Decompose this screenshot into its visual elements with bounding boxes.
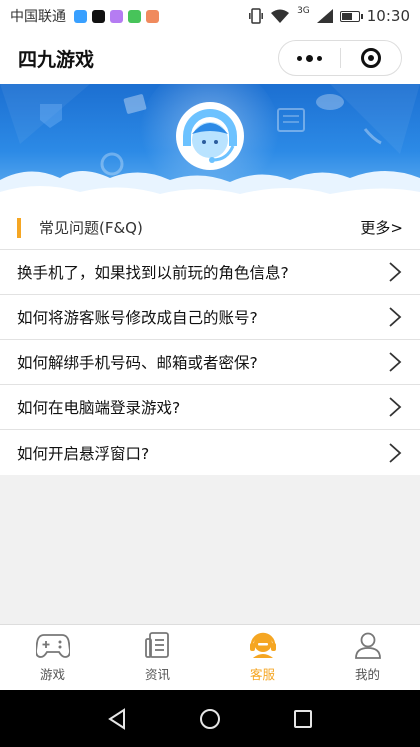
clock: 10:30 — [366, 7, 410, 25]
tab-label: 客服 — [249, 667, 275, 682]
status-bar: 中国联通 3G 10:30 — [0, 0, 420, 32]
chevron-right-icon — [389, 352, 402, 372]
faq-more-link[interactable]: 更多> — [360, 217, 403, 238]
close-miniapp-button[interactable] — [341, 41, 402, 75]
faq-item[interactable]: 如何解绑手机号码、邮箱或者密保? — [0, 340, 420, 385]
faq-section: 常见问题(F&Q) 更多> 换手机了，如果找到以前玩的角色信息? 如何将游客账号… — [0, 206, 420, 475]
headset-icon — [249, 632, 276, 658]
tab-service[interactable]: 客服 — [210, 625, 315, 690]
faq-question: 如何解绑手机号码、邮箱或者密保? — [17, 354, 258, 372]
notify-app-icon — [146, 9, 159, 23]
faq-item[interactable]: 如何将游客账号修改成自己的账号? — [0, 295, 420, 340]
recents-icon[interactable] — [292, 708, 314, 730]
tab-label: 我的 — [354, 667, 380, 682]
chevron-right-icon — [389, 442, 402, 463]
tag-icon — [40, 104, 62, 128]
tab-label: 资讯 — [144, 667, 170, 682]
thumb-up-icon — [123, 94, 147, 114]
news-icon — [144, 632, 169, 658]
user-icon — [354, 632, 381, 659]
customer-service-illustration — [0, 84, 420, 206]
bottom-tab-bar: 游戏 资讯 客服 我的 — [0, 624, 420, 690]
support-banner — [0, 84, 420, 206]
speech-bubble-icon — [316, 94, 344, 110]
back-icon[interactable] — [106, 707, 128, 730]
faq-header: 常见问题(F&Q) 更多> — [0, 206, 420, 250]
tab-games[interactable]: 游戏 — [0, 625, 105, 690]
system-nav-bar — [0, 690, 420, 747]
home-icon[interactable] — [199, 708, 221, 730]
tab-news[interactable]: 资讯 — [105, 625, 210, 690]
gamepad-icon — [35, 634, 70, 658]
headset-avatar — [176, 102, 244, 170]
faq-question: 如何开启悬浮窗口? — [17, 444, 150, 463]
message-app-icon — [74, 9, 87, 23]
faq-question: 如何在电脑端登录游戏? — [17, 399, 181, 417]
nav-bar: 四九游戏 — [0, 32, 420, 84]
faq-title: 常见问题(F&Q) — [39, 219, 143, 237]
vibrate-icon — [249, 8, 264, 24]
section-accent-bar — [17, 217, 21, 238]
chevron-right-icon — [389, 262, 402, 282]
close-circle-icon — [360, 48, 381, 68]
faq-item[interactable]: 如何开启悬浮窗口? — [0, 430, 420, 475]
gear-icon — [100, 152, 124, 176]
battery-icon — [339, 10, 363, 22]
note-icon — [277, 108, 305, 132]
faq-item[interactable]: 换手机了，如果找到以前玩的角色信息? — [0, 250, 420, 295]
chat-app-icon — [128, 9, 141, 23]
tab-label: 游戏 — [39, 667, 65, 682]
more-dots-icon — [296, 54, 322, 62]
network-type: 3G — [297, 6, 310, 16]
page-title: 四九游戏 — [18, 48, 95, 71]
tab-mine[interactable]: 我的 — [315, 625, 420, 690]
signal-icon — [316, 9, 333, 23]
faq-question: 换手机了，如果找到以前玩的角色信息? — [17, 264, 289, 282]
media-app-icon — [110, 9, 123, 23]
chevron-right-icon — [389, 397, 402, 417]
wifi-icon — [271, 9, 290, 23]
faq-item[interactable]: 如何在电脑端登录游戏? — [0, 385, 420, 430]
faq-question: 如何将游客账号修改成自己的账号? — [17, 309, 258, 327]
chevron-right-icon — [389, 307, 402, 327]
miniapp-capsule — [278, 40, 402, 76]
carrier-name: 中国联通 — [10, 9, 66, 25]
tiktok-app-icon — [92, 9, 105, 23]
more-options-button[interactable] — [279, 41, 340, 75]
